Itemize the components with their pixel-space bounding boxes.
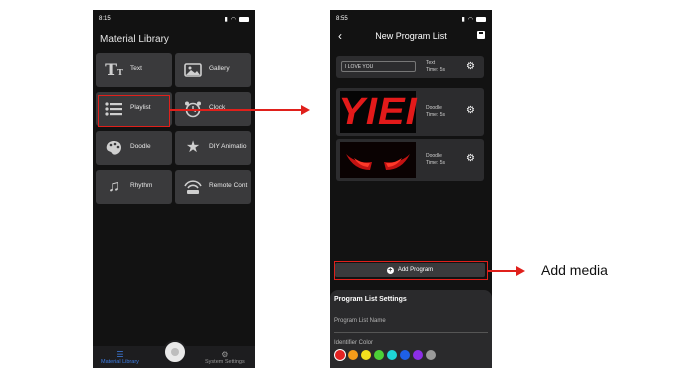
settings-title: Program List Settings [334, 296, 407, 303]
gear-icon: ⚙ [221, 350, 229, 359]
tile-label: DIY Animatio [209, 143, 247, 150]
palette-icon [104, 138, 124, 158]
tile-diy-animation[interactable]: ★ DIY Animatio [175, 131, 251, 165]
status-time: 8:55 [336, 16, 348, 22]
color-swatch[interactable] [413, 350, 423, 360]
tile-remote-control[interactable]: Remote Cont [175, 170, 251, 204]
list-icon: ☰ [116, 350, 124, 359]
status-bar: 8:55 ▮ ◠ [336, 14, 486, 24]
program-thumbnail: YIEI [338, 91, 418, 133]
program-time: Time: 5s [426, 66, 445, 73]
tile-label: Doodle [130, 143, 151, 150]
identifier-color-label: Identifier Color [334, 340, 374, 346]
tile-gallery[interactable]: Gallery [175, 53, 251, 87]
gallery-icon [183, 60, 203, 80]
divider [334, 332, 488, 333]
color-swatch[interactable] [361, 350, 371, 360]
signal-icon: ▮ [224, 16, 228, 23]
playlist-highlight-box [98, 95, 170, 127]
color-swatch[interactable] [426, 350, 436, 360]
wifi-remote-icon [183, 177, 203, 197]
tab-label: Material Library [101, 359, 139, 365]
status-icons: ▮ ◠ [461, 16, 486, 23]
program-list-settings-panel: Program List Settings Program List Name … [330, 290, 492, 368]
tab-label: System Settings [205, 359, 245, 365]
tile-label: Remote Cont [209, 182, 248, 189]
nav-bar: ‹ New Program List [330, 28, 492, 46]
add-media-callout: Add media [541, 262, 608, 278]
arrow-head [516, 266, 525, 276]
save-icon[interactable] [477, 31, 485, 39]
tile-doodle[interactable]: Doodle [96, 131, 172, 165]
color-swatch[interactable] [387, 350, 397, 360]
program-item[interactable]: YIEI Doodle Time: 5s ⚙ [336, 88, 484, 136]
program-item[interactable]: I LOVE YOU Text Time: 5s ⚙ [336, 56, 484, 78]
sparkle-star-icon: ★ [185, 139, 201, 156]
program-list-screen: 8:55 ▮ ◠ ‹ New Program List I LOVE YOU T… [330, 10, 492, 368]
tile-label: Text [130, 65, 142, 72]
page-title: New Program List [375, 31, 447, 41]
center-action-button[interactable] [163, 340, 187, 364]
tile-label: Gallery [209, 65, 230, 72]
battery-icon [476, 16, 486, 22]
wifi-icon: ◠ [230, 16, 236, 23]
page-title: Material Library [100, 34, 169, 45]
program-text-field[interactable]: I LOVE YOU [341, 61, 416, 72]
arrow-head [301, 105, 310, 115]
color-swatch[interactable] [348, 350, 358, 360]
battery-icon [239, 16, 249, 22]
gear-icon[interactable]: ⚙ [466, 61, 475, 72]
program-time: Time: 5s [426, 111, 445, 118]
status-icons: ▮ ◠ [224, 16, 249, 23]
status-time: 8:15 [99, 16, 111, 22]
color-swatch-row [335, 350, 436, 360]
program-time: Time: 5s [426, 159, 445, 166]
tile-text[interactable]: TT Text [96, 53, 172, 87]
bottom-tab-bar: ☰ Material Library ⚙ System Settings [93, 340, 255, 368]
add-program-highlight-box [334, 261, 488, 280]
tile-label: Rhythm [130, 182, 153, 189]
text-icon: TT [105, 60, 123, 79]
program-list-name-input[interactable]: Program List Name [334, 318, 386, 324]
signal-icon: ▮ [461, 16, 465, 23]
arrow-line [169, 109, 302, 111]
color-swatch[interactable] [335, 350, 345, 360]
color-swatch[interactable] [374, 350, 384, 360]
color-swatch[interactable] [400, 350, 410, 360]
gear-icon[interactable]: ⚙ [466, 105, 475, 116]
arrow-line [487, 270, 517, 272]
program-meta: Doodle Time: 5s [426, 153, 445, 166]
thumbnail-text: YIEI [338, 91, 418, 133]
tile-rhythm[interactable]: ♫ Rhythm [96, 170, 172, 204]
material-library-screen: 8:15 ▮ ◠ Material Library TT Text Galler… [93, 10, 255, 368]
music-icon: ♫ [108, 178, 120, 195]
gear-icon[interactable]: ⚙ [466, 153, 475, 164]
status-bar: 8:15 ▮ ◠ [99, 14, 249, 24]
wifi-icon: ◠ [467, 16, 473, 23]
red-eyes-image [340, 142, 416, 178]
program-meta: Doodle Time: 5s [426, 105, 445, 118]
tab-system-settings[interactable]: ⚙ System Settings [205, 350, 245, 365]
program-item[interactable]: Doodle Time: 5s ⚙ [336, 139, 484, 181]
tab-material-library[interactable]: ☰ Material Library [101, 350, 139, 365]
program-meta: Text Time: 5s [426, 60, 445, 73]
